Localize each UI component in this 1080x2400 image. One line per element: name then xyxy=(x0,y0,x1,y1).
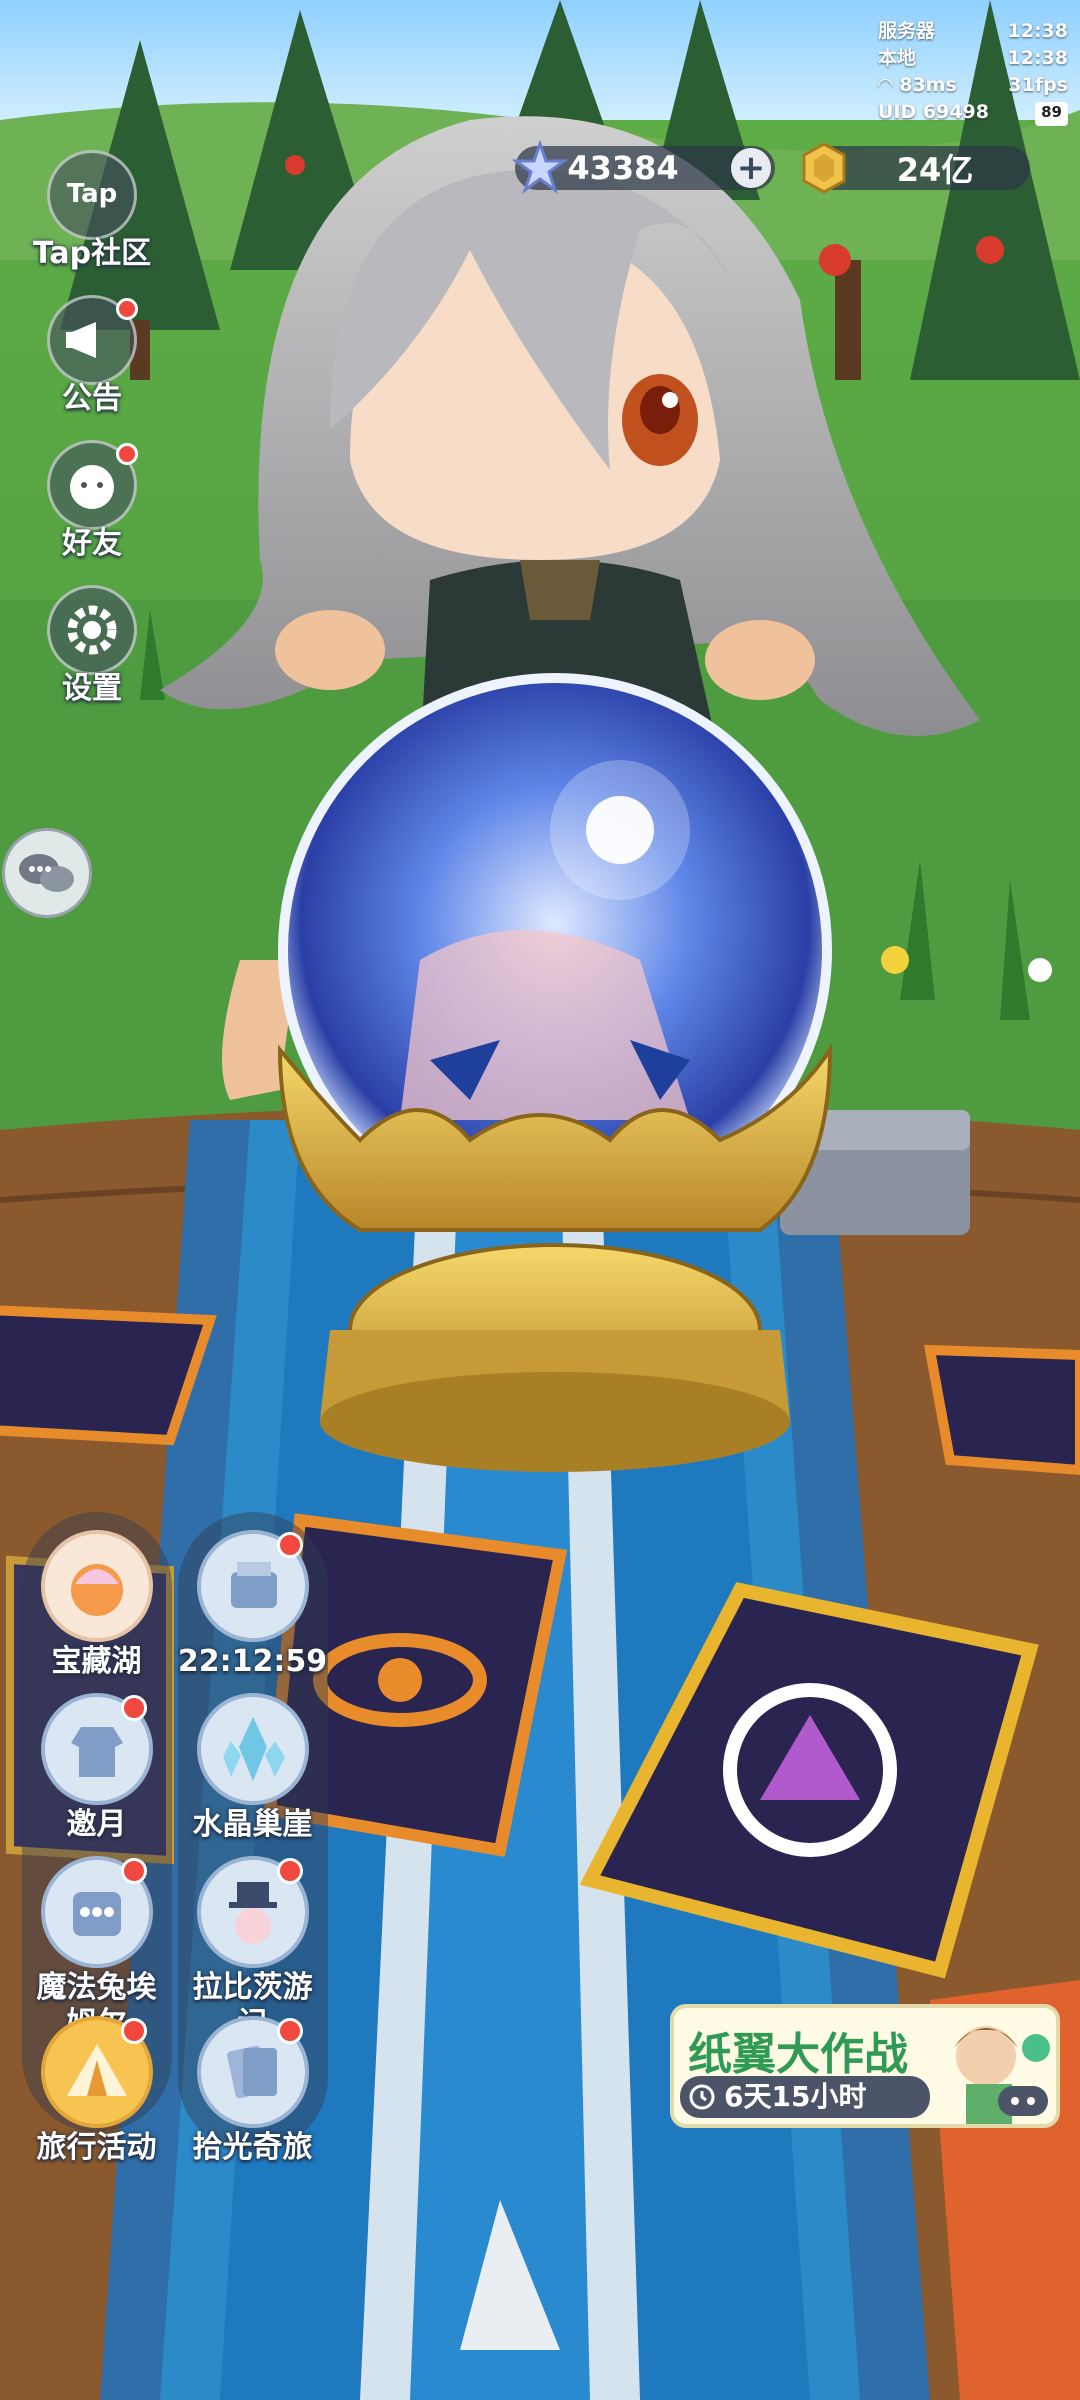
server-time: 12:38 xyxy=(1007,20,1068,42)
fps-readout: 31fps xyxy=(1008,74,1068,96)
activity-magic-bunny[interactable]: 魔法兔埃姆尔 xyxy=(14,1856,179,2042)
activity-rabbitz-journey[interactable]: 拉比茨游记 xyxy=(170,1856,335,2042)
friends-label: 好友 xyxy=(62,526,122,561)
tap-community-button[interactable]: Tap Tap社区 xyxy=(32,150,152,272)
event-title: 纸翼大作战 xyxy=(688,2029,908,2080)
friends-button[interactable]: 好友 xyxy=(32,440,152,562)
activity-label: 宝藏湖 xyxy=(51,1644,142,1679)
activity-label: 拾光奇旅 xyxy=(192,2130,313,2165)
activity-label: 旅行活动 xyxy=(36,2130,157,2165)
server-label: 服务器 xyxy=(878,20,936,42)
activity-label: 水晶巢崖 xyxy=(192,1807,313,1842)
tap-community-label: Tap社区 xyxy=(32,236,152,271)
settings-button[interactable]: 设置 xyxy=(32,585,152,707)
activity-yaoyue[interactable]: 邀月 xyxy=(14,1693,179,1843)
battery-indicator: 89 xyxy=(1035,102,1068,126)
event-banner[interactable]: 纸翼大作战 6天15小时 xyxy=(670,2004,1060,2128)
jacket-icon xyxy=(40,1693,153,1805)
announcement-label: 公告 xyxy=(62,381,122,416)
wifi-icon: ◠ xyxy=(878,74,900,96)
notification-dot xyxy=(120,1858,147,1884)
more-options-icon[interactable] xyxy=(998,2086,1048,2116)
event-timer: 6天15小时 xyxy=(680,2076,930,2118)
notification-dot xyxy=(276,1532,303,1558)
activity-label: 邀月 xyxy=(66,1807,127,1842)
event-timer-text: 6天15小时 xyxy=(724,2080,867,2113)
card-deck-icon xyxy=(196,2016,309,2128)
tent-icon xyxy=(40,2016,153,2128)
activity-travel-events[interactable]: 旅行活动 xyxy=(14,2016,179,2166)
notification-dot xyxy=(276,2018,303,2044)
activity-light-journey[interactable]: 拾光奇旅 xyxy=(170,2016,335,2166)
add-stars-button[interactable]: + xyxy=(731,148,771,188)
bunny-machine-icon xyxy=(40,1856,153,1968)
megaphone-icon xyxy=(47,295,138,385)
ping-readout: ◠ 83ms xyxy=(878,74,957,96)
tap-icon: Tap xyxy=(47,150,137,240)
gear-icon xyxy=(47,585,137,675)
uid-label: UID 69498 xyxy=(878,101,989,123)
activity-crystal-cliff[interactable]: 水晶巢崖 xyxy=(170,1693,335,1843)
coin-icon xyxy=(802,142,846,194)
activity-treasure-lake[interactable]: 宝藏湖 xyxy=(14,1530,179,1680)
pet-face-icon xyxy=(47,440,138,530)
shop-cart-icon xyxy=(196,1530,309,1642)
notification-dot xyxy=(116,443,138,465)
clock-icon xyxy=(689,2084,715,2110)
activity-shop-timer[interactable]: 22:12:59 xyxy=(170,1530,335,1680)
notification-dot xyxy=(116,298,138,320)
chat-button[interactable] xyxy=(2,828,92,918)
rabbit-hat-icon xyxy=(196,1856,309,1968)
notification-dot xyxy=(276,1858,303,1884)
notification-dot xyxy=(120,1695,147,1721)
local-label: 本地 xyxy=(878,47,917,69)
activity-countdown: 22:12:59 xyxy=(177,1644,328,1679)
star-icon xyxy=(512,140,568,194)
notification-dot xyxy=(120,2018,147,2044)
settings-label: 设置 xyxy=(62,671,122,706)
local-time: 12:38 xyxy=(1007,47,1068,69)
treasure-shell-icon xyxy=(40,1530,153,1642)
status-panel: 服务器 12:38 本地 12:38 ◠ 83ms 31fps UID 69498 89 xyxy=(878,18,1068,126)
chat-bubble-icon xyxy=(19,854,74,892)
announcement-button[interactable]: 公告 xyxy=(32,295,152,417)
crystal-icon xyxy=(196,1693,309,1805)
